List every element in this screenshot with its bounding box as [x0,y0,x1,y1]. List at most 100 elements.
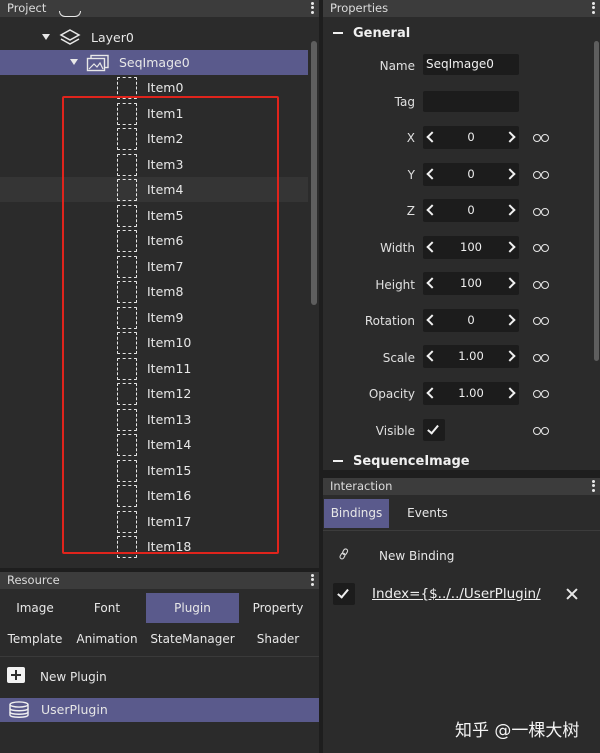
tree-item[interactable]: Item16 [0,483,308,508]
tree-item[interactable]: Item15 [0,458,308,483]
project-panel: Project Layer0 SeqImage0 Item0 Item1 Ite… [0,0,319,568]
tree-item[interactable]: Item3 [0,152,308,177]
properties-scrollbar[interactable] [593,17,600,470]
tab-statemanager[interactable]: StateManager [146,624,239,654]
link-icon[interactable] [533,244,550,252]
tree-item[interactable]: Item17 [0,509,308,534]
properties-panel: Properties General Name SeqImage0 Tag X … [323,0,600,470]
name-field[interactable]: SeqImage0 [423,54,519,75]
new-plugin-button[interactable]: New Plugin [0,666,319,690]
tree-item[interactable]: Item7 [0,254,308,279]
link-icon[interactable] [533,317,550,325]
tree-item[interactable]: Item0 [0,75,308,100]
interaction-menu-icon[interactable] [591,479,595,493]
width-stepper[interactable]: 100 [423,236,519,259]
interaction-tabs: Bindings Events [323,495,600,531]
tree-item[interactable]: Item1 [0,101,308,126]
opacity-stepper[interactable]: 1.00 [423,382,519,405]
link-icon[interactable] [533,134,550,142]
tree-item-label: Item7 [147,259,184,274]
tab-animation[interactable]: Animation [72,624,142,654]
z-label: Z [406,204,415,218]
tree-item[interactable]: Item11 [0,356,308,381]
image-item-icon [117,256,137,278]
tab-font[interactable]: Font [72,593,142,623]
tree-item-label: Item13 [147,412,192,427]
image-item-icon [117,281,137,303]
tag-field[interactable] [423,91,519,112]
expand-arrow-icon[interactable] [70,59,78,65]
link-icon[interactable] [533,427,550,435]
tree-item[interactable]: Item2 [0,126,308,151]
y-stepper[interactable]: 0 [423,163,519,186]
properties-menu-icon[interactable] [591,1,595,15]
section-general-title: General [353,26,411,41]
tab-property[interactable]: Property [240,593,316,623]
link-icon[interactable] [533,208,550,216]
tree-item-label: Item14 [147,437,192,452]
properties-scrollbar-thumb[interactable] [594,41,599,361]
tree-item[interactable]: Item13 [0,407,308,432]
rotation-label: Rotation [364,314,415,328]
link-icon[interactable] [533,281,550,289]
image-item-icon [117,230,137,252]
link-icon[interactable] [533,390,550,398]
image-item-icon [117,460,137,482]
section-sequenceimage-header[interactable]: SequenceImage [333,454,470,469]
tree-item-label: Layer0 [91,30,134,45]
project-scrollbar[interactable] [309,17,319,568]
plugin-item-userplugin[interactable]: UserPlugin [0,698,319,722]
tree-item-label: Item16 [147,488,192,503]
new-binding-label: New Binding [379,549,455,563]
tree-item-layer0[interactable]: Layer0 [0,25,308,50]
tab-plugin[interactable]: Plugin [146,593,239,623]
database-icon [9,701,29,718]
remove-binding-icon[interactable] [566,588,578,600]
tab-image[interactable]: Image [0,593,70,623]
expand-arrow-icon[interactable] [42,34,50,40]
x-stepper[interactable]: 0 [423,126,519,149]
tree-item-label: Item12 [147,386,192,401]
image-item-icon [117,511,137,533]
tree-item[interactable]: Item9 [0,305,308,330]
tab-bindings[interactable]: Bindings [324,499,389,528]
tree-item-label: Item9 [147,310,184,325]
collapse-icon [333,459,343,462]
tree-item[interactable]: Item5 [0,203,308,228]
link-icon[interactable] [533,171,550,179]
new-binding-button[interactable]: New Binding [323,546,600,566]
tab-shader[interactable]: Shader [240,624,316,654]
tree-item-label: Item0 [147,80,184,95]
z-stepper[interactable]: 0 [423,199,519,222]
link-icon[interactable] [533,354,550,362]
tree-item[interactable]: Item14 [0,432,308,457]
binding-expression-link[interactable]: Index={$../../UserPlugin/ [372,586,541,602]
project-tree: Layer0 SeqImage0 Item0 Item1 Item2 Item3 [0,11,308,568]
tree-item-label: Item15 [147,463,192,478]
tab-events[interactable]: Events [395,499,460,528]
tree-item[interactable]: Item4 [0,177,308,202]
tab-template[interactable]: Template [0,624,70,654]
visible-checkbox[interactable] [423,419,445,441]
image-item-icon [117,332,137,354]
binding-enabled-checkbox[interactable] [333,583,355,605]
interaction-panel-title: Interaction [330,479,393,493]
project-panel-header: Project [0,0,319,17]
scale-stepper[interactable]: 1.00 [423,345,519,368]
tree-item[interactable]: Item6 [0,228,308,253]
tree-item[interactable]: Item12 [0,381,308,406]
height-stepper[interactable]: 100 [423,272,519,295]
tree-item-seqimage0[interactable]: SeqImage0 [0,50,308,75]
tree-item[interactable]: Item8 [0,279,308,304]
divider [0,656,319,657]
visible-label: Visible [375,424,415,438]
section-general-header[interactable]: General [333,26,410,41]
project-scrollbar-thumb[interactable] [311,41,317,305]
project-menu-icon[interactable] [310,1,314,15]
resource-menu-icon[interactable] [310,573,314,587]
tree-item[interactable]: Item18 [0,534,308,559]
image-item-icon [117,536,137,558]
binding-row: Index={$../../UserPlugin/ [323,581,600,609]
tree-item[interactable]: Item10 [0,330,308,355]
rotation-stepper[interactable]: 0 [423,309,519,332]
